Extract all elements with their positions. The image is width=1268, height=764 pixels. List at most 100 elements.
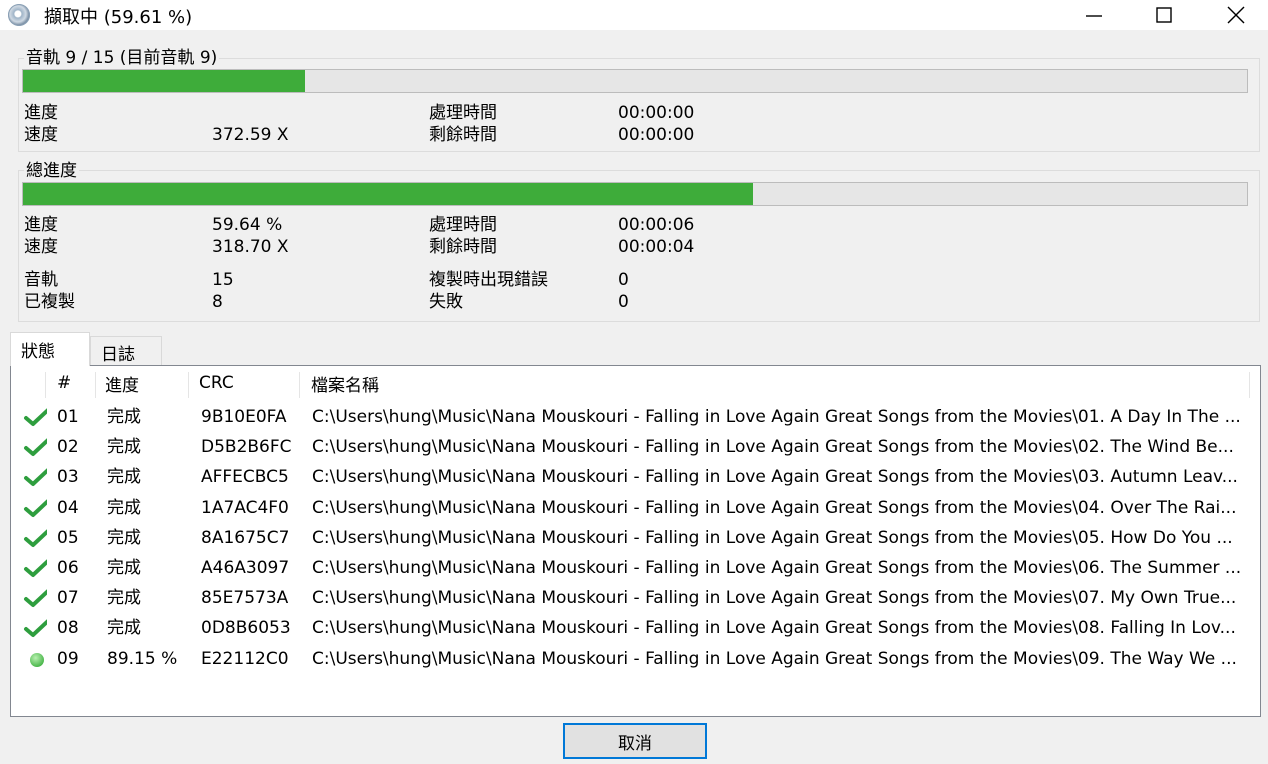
filename-cell: C:\Users\hung\Music\Nana Mouskouri - Fal…	[312, 588, 1237, 609]
failed-label: 失敗	[429, 292, 463, 312]
tracks-value: 15	[212, 270, 234, 290]
errors-label: 複製時出現錯誤	[429, 270, 548, 290]
track-progress-cell: 89.15 %	[107, 648, 178, 669]
failed-value: 0	[618, 292, 629, 312]
crc-cell: AFFECBC5	[201, 467, 289, 488]
track-remaining-value: 00:00:00	[618, 125, 695, 145]
track-progress-fill	[23, 70, 305, 92]
filename-cell: C:\Users\hung\Music\Nana Mouskouri - Fal…	[312, 648, 1237, 669]
tab-status-label: 狀態	[21, 342, 55, 362]
track-group-label: 音軌 9 / 15 (目前音軌 9)	[24, 43, 220, 68]
check-icon	[24, 408, 47, 426]
tab-log[interactable]: 日誌	[90, 336, 162, 368]
check-icon	[24, 619, 47, 638]
track-progress-cell: 完成	[107, 618, 141, 639]
track-elapsed-label: 處理時間	[429, 103, 497, 123]
track-progress-cell: 完成	[107, 588, 141, 609]
filename-cell: C:\Users\hung\Music\Nana Mouskouri - Fal…	[312, 467, 1238, 488]
total-elapsed-value: 00:00:06	[618, 215, 695, 235]
track-progress-bar	[22, 69, 1248, 93]
filename-cell: C:\Users\hung\Music\Nana Mouskouri - Fal…	[312, 527, 1233, 548]
total-progress-bar	[22, 182, 1248, 206]
column-header-crc[interactable]: CRC	[199, 366, 234, 400]
status-cell	[17, 462, 47, 492]
crc-cell: A46A3097	[201, 558, 290, 578]
cancel-button[interactable]: 取消	[563, 723, 707, 759]
track-remaining-label: 剩餘時間	[429, 125, 497, 145]
title-bar: 擷取中 (59.61 %)	[0, 0, 1268, 30]
status-cell	[17, 493, 47, 523]
track-list[interactable]: # 進度 CRC 檔案名稱 01 完成 9B10E0FA C:\Users\hung\…	[10, 365, 1261, 717]
table-row[interactable]: 08 完成 0D8B6053 C:\Users\hung\Music\Nana Mou…	[11, 613, 1260, 643]
crc-cell: 1A7AC4F0	[201, 497, 289, 518]
minimize-icon	[1086, 15, 1102, 17]
crc-cell: 8A1675C7	[201, 527, 290, 548]
track-progress-label: 進度	[24, 103, 58, 123]
track-number-cell: 08	[57, 618, 79, 639]
total-elapsed-label: 處理時間	[429, 215, 497, 235]
window-title: 擷取中 (59.61 %)	[44, 7, 193, 28]
table-row[interactable]: 02 完成 D5B2B6FC C:\Users\hung\Music\Nana Mou…	[11, 432, 1260, 462]
column-separator[interactable]	[1249, 372, 1250, 398]
close-button[interactable]	[1206, 0, 1266, 30]
column-separator[interactable]	[299, 372, 300, 398]
status-cell	[17, 644, 47, 674]
table-row[interactable]: 06 完成 A46A3097 C:\Users\hung\Music\Nana Mou…	[11, 553, 1260, 583]
track-elapsed-value: 00:00:00	[618, 103, 695, 123]
maximize-button[interactable]	[1134, 0, 1194, 30]
track-speed-value: 372.59 X	[212, 125, 289, 145]
track-progress-cell: 完成	[107, 558, 141, 578]
track-number-cell: 06	[57, 558, 79, 578]
check-icon	[24, 438, 47, 457]
filename-cell: C:\Users\hung\Music\Nana Mouskouri - Fal…	[312, 618, 1236, 639]
track-progress-cell: 完成	[107, 467, 141, 488]
crc-cell: E22112C0	[201, 648, 289, 669]
close-icon	[1227, 6, 1245, 24]
tab-status[interactable]: 狀態	[10, 332, 90, 366]
filename-cell: C:\Users\hung\Music\Nana Mouskouri - Fal…	[312, 558, 1242, 578]
track-speed-label: 速度	[24, 125, 58, 145]
column-header-filename[interactable]: 檔案名稱	[311, 366, 379, 400]
table-row[interactable]: 07 完成 85E7573A C:\Users\hung\Music\Nana Mou…	[11, 583, 1260, 613]
minimize-button[interactable]	[1064, 0, 1124, 30]
table-row[interactable]: 09 89.15 % E22112C0 C:\Users\hung\Music\Nan…	[11, 644, 1260, 674]
track-number-cell: 02	[57, 437, 79, 458]
total-group-label: 總進度	[24, 156, 79, 181]
cd-disc-icon	[8, 4, 30, 26]
crc-cell: 0D8B6053	[201, 618, 291, 639]
copied-label: 已複製	[24, 292, 75, 312]
track-number-cell: 01	[57, 407, 79, 427]
errors-value: 0	[618, 270, 629, 290]
status-cell	[17, 583, 47, 613]
table-row[interactable]: 05 完成 8A1675C7 C:\Users\hung\Music\Nana Mou…	[11, 523, 1260, 553]
column-header-number[interactable]: #	[57, 366, 71, 400]
total-progress-fill	[23, 183, 753, 205]
column-separator[interactable]	[188, 372, 189, 398]
list-header: # 進度 CRC 檔案名稱	[11, 366, 1260, 400]
total-progress-label: 進度	[24, 215, 58, 235]
check-icon	[24, 529, 47, 547]
column-separator[interactable]	[95, 372, 96, 398]
table-row[interactable]: 01 完成 9B10E0FA C:\Users\hung\Music\Nana Mou…	[11, 402, 1260, 432]
in-progress-dot-icon	[30, 652, 44, 667]
status-cell	[17, 432, 47, 462]
crc-cell: 9B10E0FA	[201, 407, 287, 427]
filename-cell: C:\Users\hung\Music\Nana Mouskouri - Fal…	[312, 497, 1237, 518]
check-icon	[24, 559, 47, 577]
column-header-progress[interactable]: 進度	[105, 366, 139, 400]
table-row[interactable]: 03 完成 AFFECBC5 C:\Users\hung\Music\Nana Mou…	[11, 462, 1260, 492]
copied-value: 8	[212, 292, 223, 312]
track-progress-cell: 完成	[107, 437, 141, 458]
status-cell	[17, 402, 47, 432]
check-icon	[24, 468, 47, 487]
status-cell	[17, 523, 47, 553]
track-number-cell: 04	[57, 497, 79, 518]
table-row[interactable]: 04 完成 1A7AC4F0 C:\Users\hung\Music\Nana Mou…	[11, 493, 1260, 523]
check-icon	[24, 589, 47, 608]
check-icon	[24, 498, 47, 517]
track-number-cell: 03	[57, 467, 79, 488]
track-progress-cell: 完成	[107, 527, 141, 548]
tracks-label: 音軌	[24, 270, 58, 290]
column-separator[interactable]	[45, 372, 46, 398]
total-remaining-value: 00:00:04	[618, 237, 695, 257]
